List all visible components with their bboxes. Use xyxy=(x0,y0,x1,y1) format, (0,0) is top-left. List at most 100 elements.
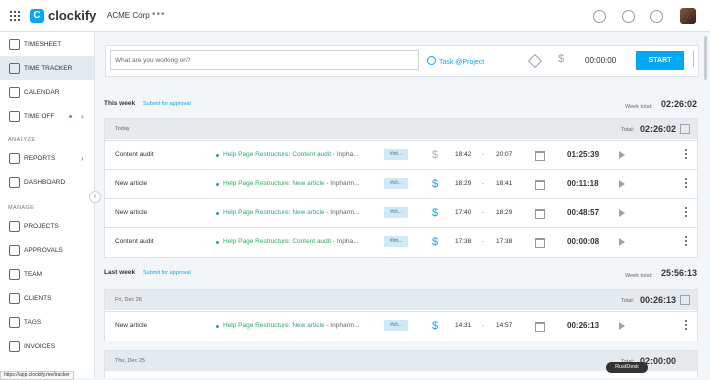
entry-project[interactable]: Help Page Restructure: New article - Inp… xyxy=(223,180,368,187)
entry-project[interactable]: Help Page Restructure: New article - Inp… xyxy=(223,322,368,329)
calendar-icon[interactable] xyxy=(535,322,545,332)
end-time[interactable]: 20:07 xyxy=(496,151,512,158)
entry-project[interactable]: Help Page Restructure: New article - Inp… xyxy=(223,209,368,216)
description-input[interactable]: What are you working on? xyxy=(110,50,419,70)
reports-icon xyxy=(9,152,20,164)
submit-approval-link[interactable]: Submit for approval xyxy=(143,101,191,107)
time-entry-row[interactable]: New article Help Page Restructure: New a… xyxy=(105,198,697,228)
mode-toggle[interactable] xyxy=(693,51,700,67)
play-icon[interactable] xyxy=(619,322,625,330)
fri-dec-26-group: Fri, Dec 26 Total: 00:26:13 New article … xyxy=(104,289,698,341)
time-entry-row[interactable]: New article Help Page Restructure: New a… xyxy=(105,311,697,341)
entry-tag[interactable]: #int... xyxy=(384,149,408,160)
sidebar-item-reports[interactable]: REPORTS › xyxy=(0,146,94,170)
entry-duration[interactable]: 00:00:08 xyxy=(567,237,599,246)
calendar-icon[interactable] xyxy=(535,209,545,219)
sidebar-item-timesheet[interactable]: TIMESHEET xyxy=(0,32,94,56)
chevron-right-icon: › xyxy=(81,153,84,163)
billable-icon[interactable]: $ xyxy=(432,236,438,248)
play-icon[interactable] xyxy=(619,209,625,217)
billable-icon[interactable]: $ xyxy=(432,320,438,332)
more-icon[interactable] xyxy=(685,178,687,180)
entry-project[interactable]: Help Page Restructure: Content audit - I… xyxy=(223,238,368,245)
entry-description[interactable]: Content audit xyxy=(115,238,203,245)
billable-icon[interactable]: $ xyxy=(432,178,438,190)
copy-icon[interactable] xyxy=(680,124,690,134)
time-off-icon xyxy=(9,110,20,122)
calendar-icon[interactable] xyxy=(535,180,545,190)
avatar[interactable] xyxy=(680,8,696,24)
more-icon[interactable] xyxy=(685,207,687,209)
time-separator: - xyxy=(482,238,485,245)
play-icon[interactable] xyxy=(619,238,625,246)
group-header: Fri, Dec 26 Total: 00:26:13 xyxy=(105,290,697,310)
sidebar-item-clients[interactable]: CLIENTS xyxy=(0,286,94,310)
week-total-label: Week total: xyxy=(625,273,653,279)
tag-icon[interactable] xyxy=(527,53,543,69)
more-icon[interactable] xyxy=(685,236,687,238)
end-time[interactable]: 17:38 xyxy=(496,238,512,245)
calendar-icon[interactable] xyxy=(535,151,545,161)
time-entry-row[interactable]: Content audit Help Page Restructure: Con… xyxy=(105,140,697,170)
more-icon[interactable] xyxy=(685,320,687,322)
billable-icon[interactable]: $ xyxy=(432,149,438,161)
sidebar-item-team[interactable]: TEAM xyxy=(0,262,94,286)
money-icon[interactable]: $ xyxy=(558,53,564,65)
app-name: clockify xyxy=(48,8,97,23)
clockify-logo[interactable]: C clockify xyxy=(30,8,96,23)
entry-duration[interactable]: 00:48:57 xyxy=(567,208,599,217)
notification-icon[interactable] xyxy=(622,10,635,23)
entry-duration[interactable]: 00:11:18 xyxy=(567,179,599,188)
sidebar-label: TIME OFF xyxy=(24,112,55,120)
entry-description[interactable]: New article xyxy=(115,322,203,329)
sidebar-item-tags[interactable]: TAGS xyxy=(0,310,94,334)
client-name: - Inpha... xyxy=(332,238,359,245)
group-total-value: 00:26:13 xyxy=(640,295,677,305)
sidebar-label: CALENDAR xyxy=(24,88,60,96)
entry-tag[interactable]: #cli... xyxy=(384,320,408,331)
sidebar-item-dashboard[interactable]: DASHBOARD xyxy=(0,170,94,194)
help-icon[interactable] xyxy=(593,10,606,23)
copy-icon[interactable] xyxy=(680,295,690,305)
workspace-name[interactable]: ACME Corp xyxy=(107,11,150,20)
start-time[interactable]: 17:38 xyxy=(455,238,471,245)
time-entry-row[interactable]: New article Help Page Restructure: New a… xyxy=(105,169,697,199)
question-icon[interactable] xyxy=(650,10,663,23)
sidebar-item-projects[interactable]: PROJECTS xyxy=(0,214,94,238)
workspace-menu-dots[interactable]: ••• xyxy=(152,9,166,20)
play-icon[interactable] xyxy=(619,151,625,159)
end-time[interactable]: 18:41 xyxy=(496,180,512,187)
calendar-icon[interactable] xyxy=(535,238,545,248)
sidebar-item-time-off[interactable]: TIME OFF › xyxy=(0,104,94,128)
entry-duration[interactable]: 00:26:13 xyxy=(567,321,599,330)
task-project-label: Task @Project xyxy=(439,59,485,66)
time-entry-row[interactable]: Content audit Help Page Restructure: Con… xyxy=(105,227,697,257)
entry-tag[interactable]: #int... xyxy=(384,236,408,247)
invoices-icon xyxy=(9,340,20,352)
end-time[interactable]: 18:29 xyxy=(496,209,512,216)
billable-icon[interactable]: $ xyxy=(432,207,438,219)
entry-description[interactable]: New article xyxy=(115,209,203,216)
play-icon[interactable] xyxy=(619,180,625,188)
task-project-button[interactable]: Task @Project xyxy=(427,56,484,66)
entry-description[interactable]: Content audit xyxy=(115,151,203,158)
entry-project[interactable]: Help Page Restructure: Content audit - I… xyxy=(223,151,368,158)
start-button[interactable]: START xyxy=(636,51,684,70)
entry-tag[interactable]: #cli... xyxy=(384,178,408,189)
sidebar-item-calendar[interactable]: CALENDAR xyxy=(0,80,94,104)
end-time[interactable]: 14:57 xyxy=(496,322,512,329)
submit-approval-link[interactable]: Submit for approval xyxy=(143,270,191,276)
sidebar-item-invoices[interactable]: INVOICES xyxy=(0,334,94,358)
sidebar-item-time-tracker[interactable]: TIME TRACKER xyxy=(0,56,94,80)
more-icon[interactable] xyxy=(685,149,687,151)
start-time[interactable]: 14:31 xyxy=(455,322,471,329)
grid-icon[interactable] xyxy=(10,11,20,21)
start-time[interactable]: 18:42 xyxy=(455,151,471,158)
start-time[interactable]: 17:40 xyxy=(455,209,471,216)
start-time[interactable]: 18:29 xyxy=(455,180,471,187)
entry-tag[interactable]: #cli... xyxy=(384,207,408,218)
scrollbar[interactable] xyxy=(704,36,707,80)
entry-duration[interactable]: 01:25:39 xyxy=(567,150,599,159)
sidebar-item-approvals[interactable]: APPROVALS xyxy=(0,238,94,262)
entry-description[interactable]: New article xyxy=(115,180,203,187)
